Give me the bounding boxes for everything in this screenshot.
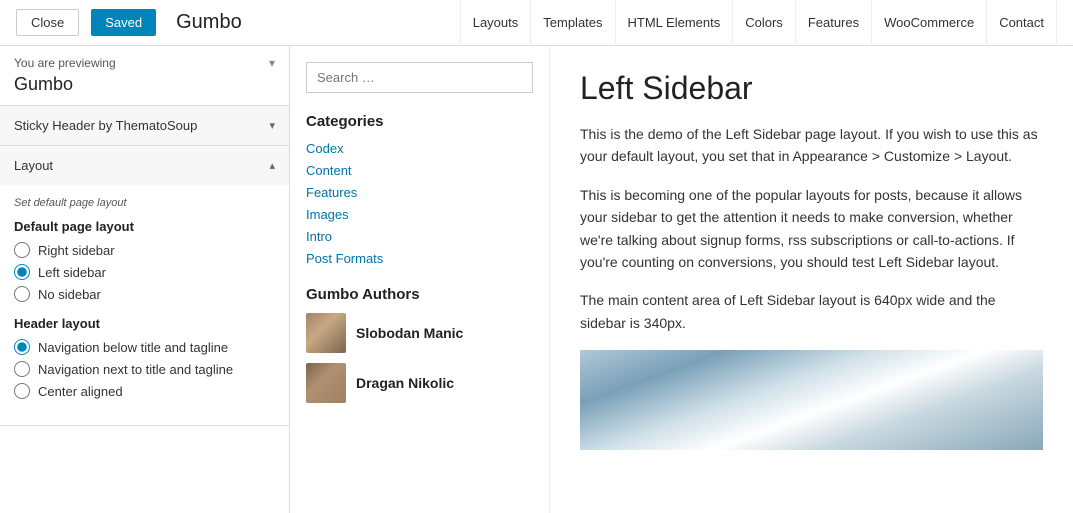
sticky-header-section: Sticky Header by ThematoSoup ▾ xyxy=(0,106,289,146)
category-link-codex[interactable]: Codex xyxy=(306,141,344,156)
list-item: Features xyxy=(306,184,533,200)
center-aligned-label: Center aligned xyxy=(38,384,123,399)
nav-item-templates[interactable]: Templates xyxy=(530,0,614,46)
avatar-image-dragan xyxy=(306,363,346,403)
author-name-dragan[interactable]: Dragan Nikolic xyxy=(356,375,454,391)
preview-notice: You are previewing ▾ xyxy=(0,46,289,74)
category-link-features[interactable]: Features xyxy=(306,185,357,200)
preview-notice-text: You are previewing xyxy=(14,56,116,70)
main-layout: You are previewing ▾ Gumbo Sticky Header… xyxy=(0,46,1073,513)
article-paragraph-3: The main content area of Left Sidebar la… xyxy=(580,289,1043,334)
no-sidebar-label: No sidebar xyxy=(38,287,101,302)
header-radio-group: Navigation below title and tagline Navig… xyxy=(14,339,275,399)
set-default-label: Set default page layout xyxy=(14,197,275,209)
left-sidebar-radio[interactable] xyxy=(14,264,30,280)
article-paragraph-1: This is the demo of the Left Sidebar pag… xyxy=(580,123,1043,168)
content-sidebar: Categories Codex Content Features Images… xyxy=(290,46,550,513)
list-item: Intro xyxy=(306,228,533,244)
main-article: Left Sidebar This is the demo of the Lef… xyxy=(550,46,1073,513)
close-button[interactable]: Close xyxy=(16,9,79,36)
category-link-images[interactable]: Images xyxy=(306,207,349,222)
nav-item-features[interactable]: Features xyxy=(795,0,871,46)
author-item-slobodan: Slobodan Manic xyxy=(306,313,533,353)
top-navigation: LayoutsTemplatesHTML ElementsColorsFeatu… xyxy=(460,0,1057,46)
category-list: Codex Content Features Images Intro Post… xyxy=(306,140,533,266)
category-link-content[interactable]: Content xyxy=(306,163,352,178)
list-item: Images xyxy=(306,206,533,222)
article-title: Left Sidebar xyxy=(580,70,1043,107)
list-item: Codex xyxy=(306,140,533,156)
left-sidebar-label: Left sidebar xyxy=(38,265,106,280)
nav-item-layouts[interactable]: Layouts xyxy=(460,0,531,46)
site-title: Gumbo xyxy=(176,11,242,34)
saved-button[interactable]: Saved xyxy=(91,9,156,36)
category-link-intro[interactable]: Intro xyxy=(306,229,332,244)
left-sidebar-option[interactable]: Left sidebar xyxy=(14,264,275,280)
layout-radio-group: Right sidebar Left sidebar No sidebar xyxy=(14,242,275,302)
default-layout-label: Default page layout xyxy=(14,219,275,234)
nav-item-colors[interactable]: Colors xyxy=(732,0,795,46)
layout-section: Layout ▴ Set default page layout Default… xyxy=(0,146,289,426)
article-body: This is the demo of the Left Sidebar pag… xyxy=(580,123,1043,334)
authors-section: Gumbo Authors Slobodan Manic Dragan Niko… xyxy=(306,286,533,403)
content-area: Categories Codex Content Features Images… xyxy=(290,46,1073,513)
center-aligned-radio[interactable] xyxy=(14,383,30,399)
nav-below-label: Navigation below title and tagline xyxy=(38,340,228,355)
avatar-dragan xyxy=(306,363,346,403)
nav-item-html-elements[interactable]: HTML Elements xyxy=(615,0,733,46)
nav-next-label: Navigation next to title and tagline xyxy=(38,362,233,377)
preview-arrow-icon: ▾ xyxy=(269,56,275,70)
sticky-header-arrow-icon: ▾ xyxy=(269,119,275,132)
top-bar: Close Saved Gumbo LayoutsTemplatesHTML E… xyxy=(0,0,1073,46)
layout-arrow-icon: ▴ xyxy=(269,159,275,172)
nav-item-contact[interactable]: Contact xyxy=(986,0,1057,46)
header-layout-label: Header layout xyxy=(14,316,275,331)
sticky-header-label: Sticky Header by ThematoSoup xyxy=(14,118,197,133)
avatar-image-slobodan xyxy=(306,313,346,353)
list-item: Post Formats xyxy=(306,250,533,266)
search-input[interactable] xyxy=(306,62,533,93)
nav-next-option[interactable]: Navigation next to title and tagline xyxy=(14,361,275,377)
nav-item-woocommerce[interactable]: WooCommerce xyxy=(871,0,986,46)
nav-below-option[interactable]: Navigation below title and tagline xyxy=(14,339,275,355)
nav-next-radio[interactable] xyxy=(14,361,30,377)
article-image xyxy=(580,350,1043,450)
list-item: Content xyxy=(306,162,533,178)
no-sidebar-radio[interactable] xyxy=(14,286,30,302)
category-link-post-formats[interactable]: Post Formats xyxy=(306,251,383,266)
avatar-slobodan xyxy=(306,313,346,353)
sticky-header-header[interactable]: Sticky Header by ThematoSoup ▾ xyxy=(0,106,289,145)
nav-below-radio[interactable] xyxy=(14,339,30,355)
top-bar-left: Close Saved Gumbo xyxy=(16,9,242,36)
right-sidebar-radio[interactable] xyxy=(14,242,30,258)
layout-section-header[interactable]: Layout ▴ xyxy=(0,146,289,185)
author-name-slobodan[interactable]: Slobodan Manic xyxy=(356,325,463,341)
categories-title: Categories xyxy=(306,113,533,130)
article-paragraph-2: This is becoming one of the popular layo… xyxy=(580,184,1043,274)
layout-options: Set default page layout Default page lay… xyxy=(0,185,289,425)
right-sidebar-label: Right sidebar xyxy=(38,243,115,258)
layout-label: Layout xyxy=(14,158,53,173)
right-sidebar-option[interactable]: Right sidebar xyxy=(14,242,275,258)
preview-site-name: Gumbo xyxy=(0,74,289,106)
no-sidebar-option[interactable]: No sidebar xyxy=(14,286,275,302)
center-aligned-option[interactable]: Center aligned xyxy=(14,383,275,399)
author-item-dragan: Dragan Nikolic xyxy=(306,363,533,403)
authors-title: Gumbo Authors xyxy=(306,286,533,303)
customizer-panel: You are previewing ▾ Gumbo Sticky Header… xyxy=(0,46,290,513)
